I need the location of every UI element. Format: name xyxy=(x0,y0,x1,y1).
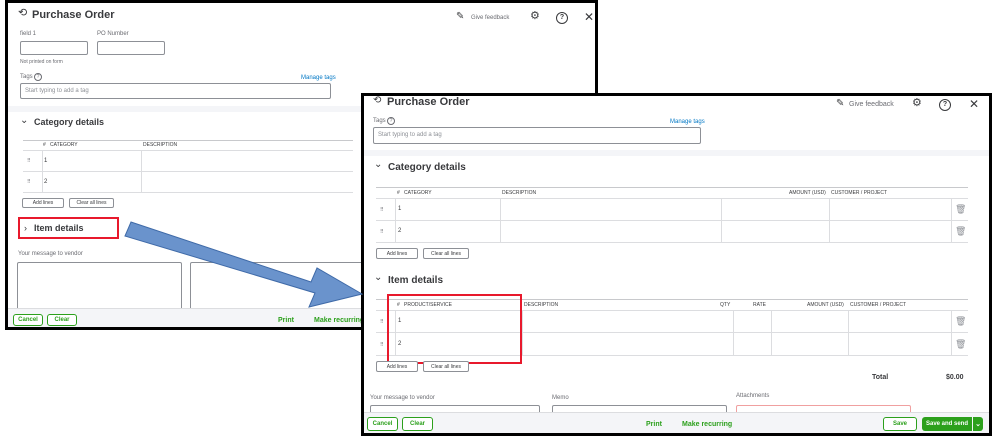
arrow-shape xyxy=(124,221,364,308)
arrow-annotation xyxy=(124,221,364,308)
